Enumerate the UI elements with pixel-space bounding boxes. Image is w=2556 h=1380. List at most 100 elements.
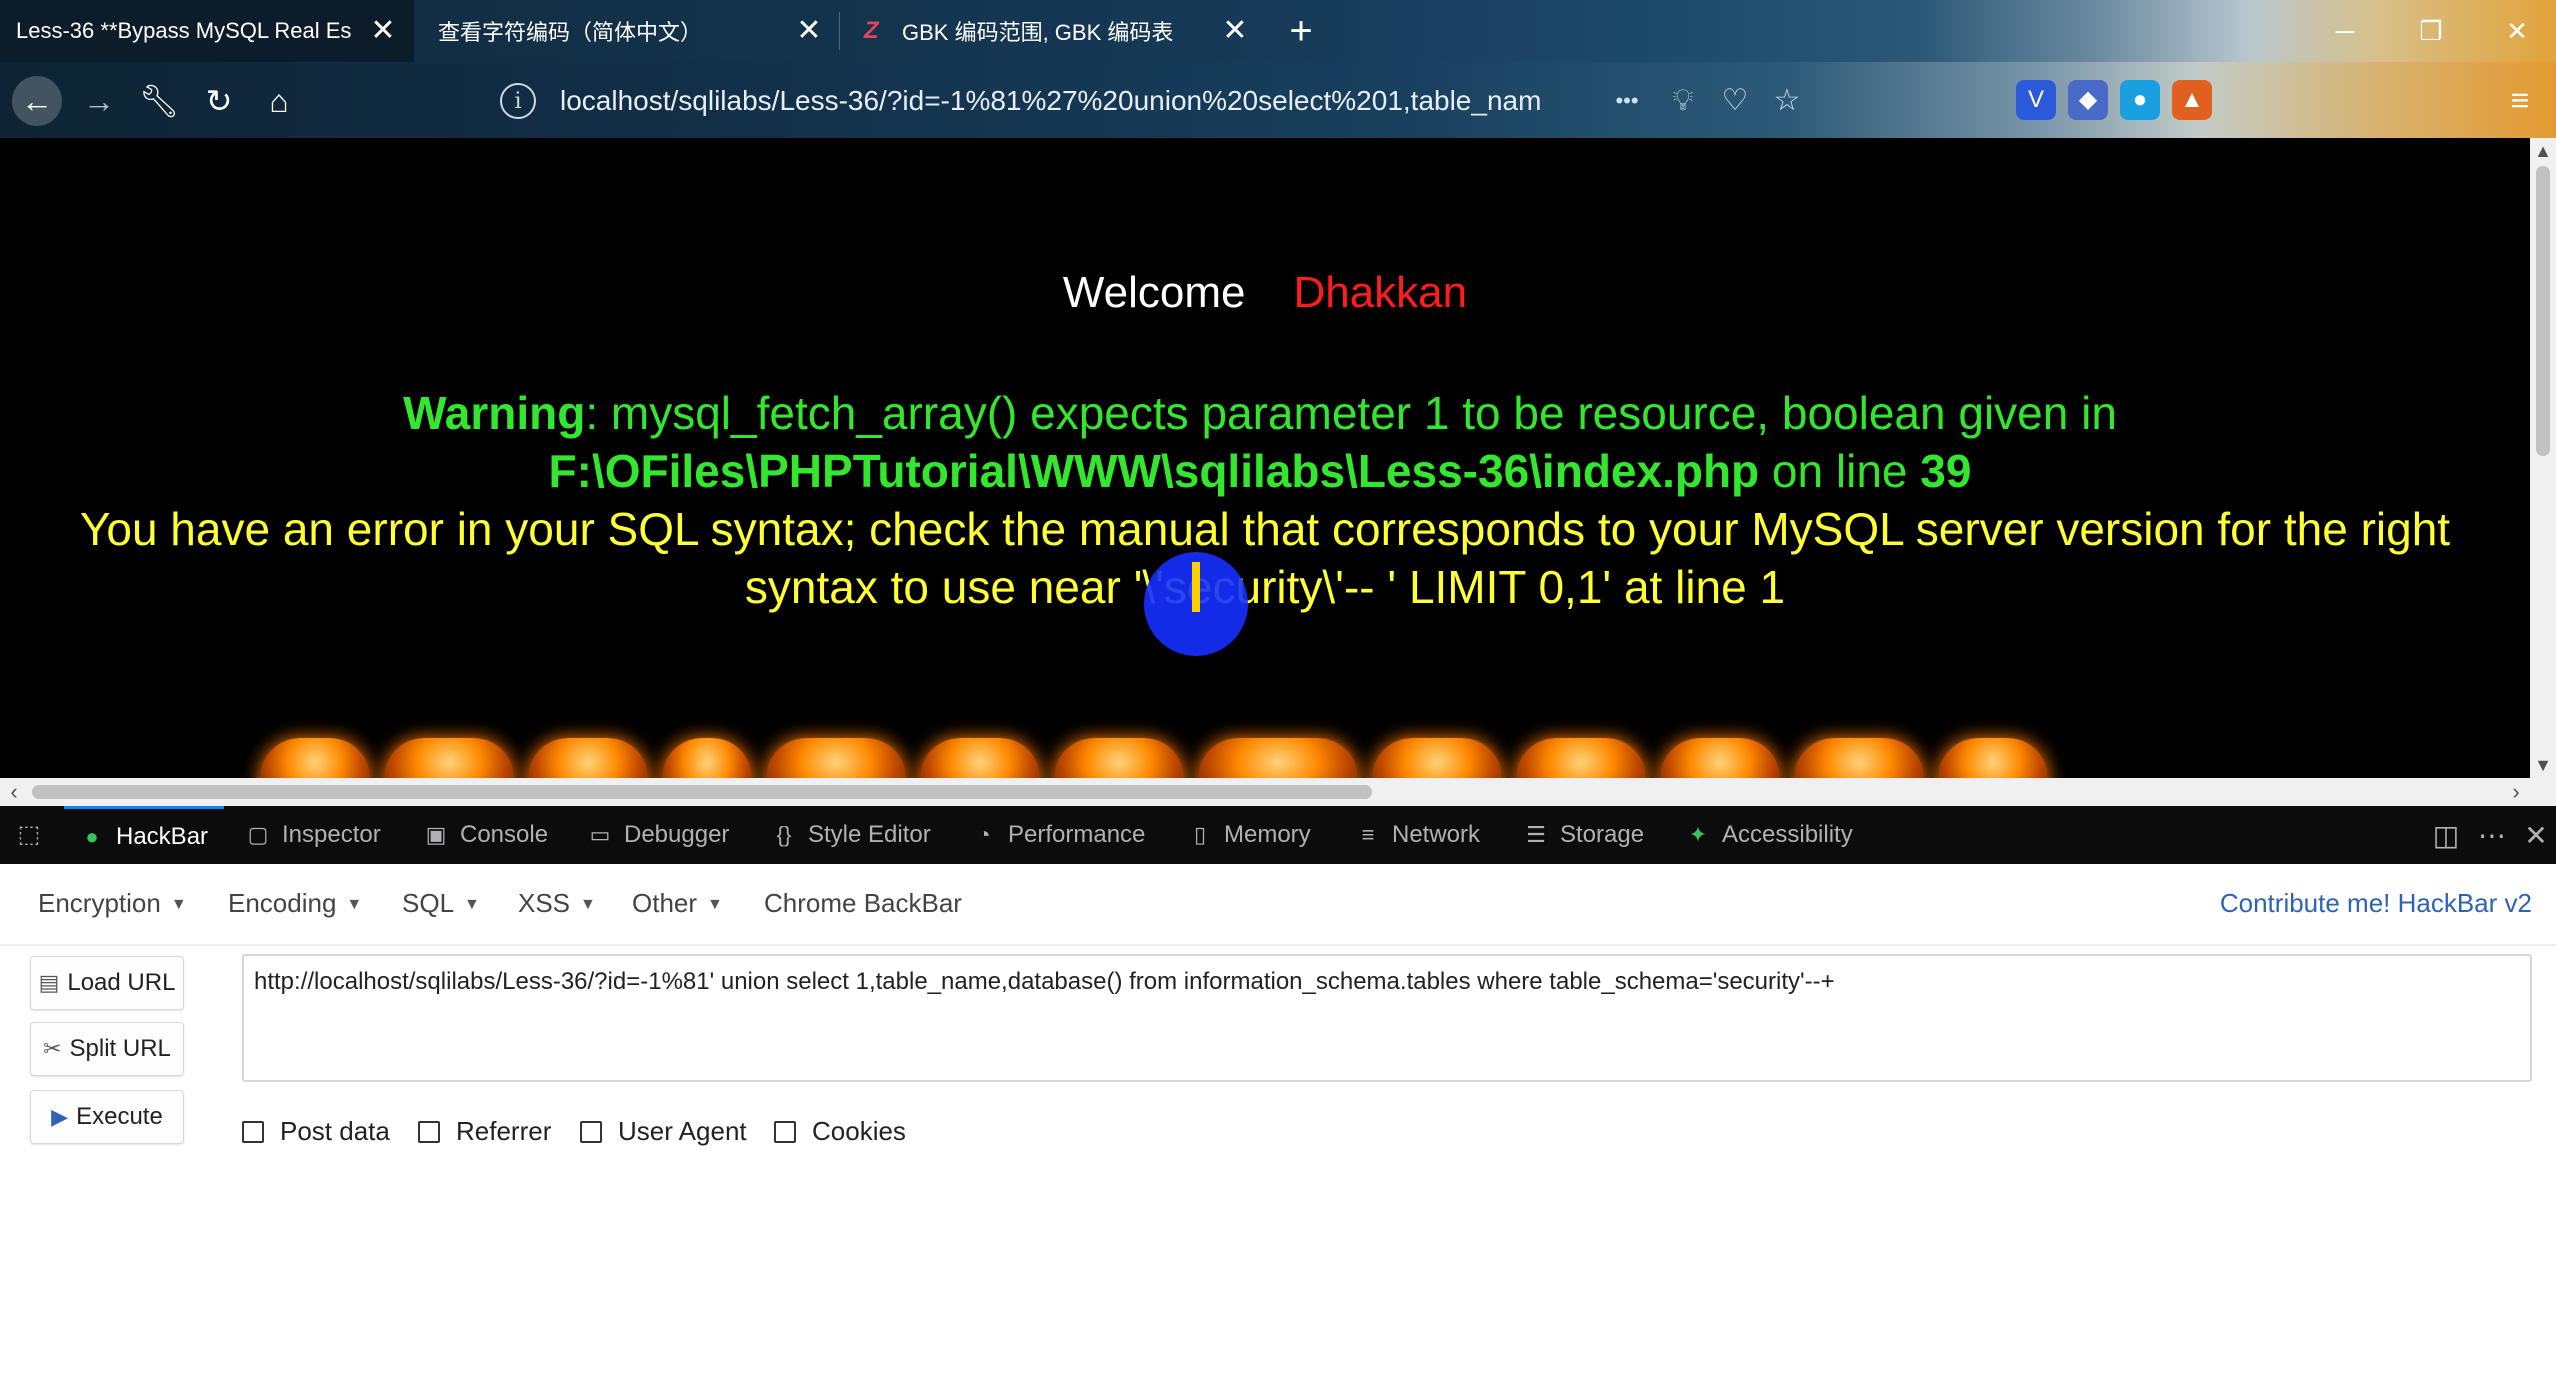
home-button[interactable]: ⌂ [254,76,304,126]
accessibility-icon: ✦ [1688,822,1708,847]
new-tab-button[interactable]: + [1278,8,1324,54]
tab-label: Storage [1560,821,1645,848]
lightbulb-icon[interactable]: 💡︎ [1660,78,1706,124]
hackbar-panel: Encryption ▼ Encoding ▼ SQL ▼ XSS ▼ Other ▼ C… [0,864,2556,1380]
load-url-button[interactable]: ▤ Load URL [30,956,184,1010]
hackbar-menubar: Encryption ▼ Encoding ▼ SQL ▼ XSS ▼ Other ▼ C… [0,864,2556,946]
page-actions-icon[interactable]: ••• [1604,78,1650,124]
tab-style-editor[interactable]: {} Style Editor [770,806,931,864]
welcome-text: Welcome [1062,268,1246,317]
scroll-thumb[interactable] [2536,166,2550,456]
user-agent-option[interactable]: User Agent [580,1116,747,1147]
logo-letter [1794,738,1924,778]
title-bar: Less-36 **Bypass MySQL Real Es ✕ 查看字符编码（… [0,0,2556,62]
menu-sql[interactable]: SQL ▼ [402,888,480,919]
execute-button[interactable]: ▶ Execute [30,1090,184,1144]
back-button[interactable]: ← [12,76,62,126]
user-agent-checkbox[interactable] [580,1120,602,1143]
hackbar-url-input[interactable]: http://localhost/sqlilabs/Less-36/?id=-1… [242,954,2532,1082]
dock-side-icon[interactable]: ◫ [2428,818,2464,854]
extension-v-icon[interactable]: V [2016,80,2056,120]
logo-letter [1660,738,1780,778]
option-label: Post data [280,1116,390,1146]
devtools-menu-icon[interactable]: ⋯ [2474,818,2510,854]
post-data-checkbox[interactable] [242,1120,264,1143]
element-picker-icon[interactable]: ⬚ [14,820,44,850]
performance-icon: ◔ [977,822,991,847]
tab-memory[interactable]: ▯ Memory [1186,806,1311,864]
menu-label: XSS [518,888,571,918]
caret-down-icon: ▼ [464,896,480,914]
network-icon: ≡ [1361,822,1375,847]
scroll-left-icon[interactable]: ‹ [0,778,28,806]
tab-network[interactable]: ≡ Network [1354,806,1480,864]
referrer-checkbox[interactable] [418,1120,440,1143]
option-label: User Agent [618,1116,747,1146]
scroll-thumb[interactable] [32,785,1372,799]
tab-label: Console [460,821,549,848]
tab-accessibility[interactable]: ✦ Accessibility [1684,806,1853,864]
console-icon: ▣ [425,822,447,847]
tab-label: GBK 编码范围, GBK 编码表 [902,20,1174,45]
wrench-icon[interactable]: 🔧︎ [134,76,184,126]
close-tab-icon[interactable]: ✕ [366,14,400,48]
menu-label: Encryption [38,888,161,918]
contribute-link[interactable]: Contribute me! HackBar v2 [2220,888,2532,919]
tab-debugger[interactable]: ▭ Debugger [586,806,730,864]
reload-button[interactable]: ↻ [194,76,244,126]
tab-gbk[interactable]: Z GBK 编码范围, GBK 编码表 ✕ [848,0,1266,62]
debugger-icon: ▭ [589,822,611,847]
tab-label: Accessibility [1722,821,1853,848]
close-devtools-icon[interactable]: ✕ [2518,818,2554,854]
minimize-icon[interactable]: ─ [2322,8,2368,54]
load-icon: ▤ [38,970,60,995]
tab-storage[interactable]: ☰ Storage [1522,806,1644,864]
scroll-up-icon[interactable]: ▲ [2530,138,2556,164]
extension-globe-icon[interactable]: ● [2120,80,2160,120]
php-warning: Warning: mysql_fetch_array() expects par… [60,384,2460,500]
menu-label: Encoding [228,888,337,918]
logo-letter [384,738,514,778]
menu-encoding[interactable]: Encoding ▼ [228,888,362,919]
close-tab-icon[interactable]: ✕ [1218,14,1252,48]
menu-encryption[interactable]: Encryption ▼ [38,888,187,919]
cookies-option[interactable]: Cookies [774,1116,906,1147]
site-info-icon[interactable]: i [500,83,536,119]
tab-label: Performance [1008,821,1146,848]
scroll-down-icon[interactable]: ▼ [2530,752,2556,778]
url-text[interactable]: localhost/sqlilabs/Less-36/?id=-1%81%27%… [560,85,1540,117]
logo-letter [662,738,752,778]
restore-icon[interactable]: ❐ [2408,8,2454,54]
referrer-option[interactable]: Referrer [418,1116,551,1147]
menu-icon[interactable]: ≡ [2500,80,2540,120]
tab-charset[interactable]: 查看字符编码（简体中文） ✕ [422,0,840,62]
pocket-icon[interactable]: ♡ [1712,78,1758,124]
tab-inspector[interactable]: ▢ Inspector [244,806,381,864]
tab-label: 查看字符编码（简体中文） [438,20,703,45]
menu-chrome-backbar[interactable]: Chrome BackBar [764,888,962,919]
split-url-button[interactable]: ✂ Split URL [30,1022,184,1076]
menu-label: Other [632,888,698,918]
tab-less-36[interactable]: Less-36 **Bypass MySQL Real Es ✕ [0,0,414,62]
vertical-scrollbar[interactable]: ▲ ▼ [2530,138,2556,778]
caret-down-icon: ▼ [580,896,596,914]
scroll-right-icon[interactable]: › [2502,778,2530,806]
close-tab-icon[interactable]: ✕ [792,14,826,48]
post-data-option[interactable]: Post data [242,1116,390,1147]
forward-button[interactable]: → [74,76,124,126]
extension-icon[interactable]: ◆ [2068,80,2108,120]
storage-icon: ☰ [1526,822,1546,847]
menu-other[interactable]: Other ▼ [632,888,723,919]
close-window-icon[interactable]: ✕ [2494,8,2540,54]
tab-performance[interactable]: ◔ Performance [970,806,1145,864]
extension-fox-icon[interactable]: ▲ [2172,80,2212,120]
tab-divider [839,12,840,50]
cookies-checkbox[interactable] [774,1120,796,1143]
logo-banner [260,738,2280,778]
tab-console[interactable]: ▣ Console [422,806,548,864]
tab-hackbar[interactable]: ● HackBar [64,806,224,864]
menu-xss[interactable]: XSS ▼ [518,888,596,919]
horizontal-scrollbar[interactable]: ‹ › [0,778,2530,806]
bookmark-star-icon[interactable]: ☆ [1764,78,1810,124]
tab-label: Less-36 **Bypass MySQL Real Es [16,18,352,43]
